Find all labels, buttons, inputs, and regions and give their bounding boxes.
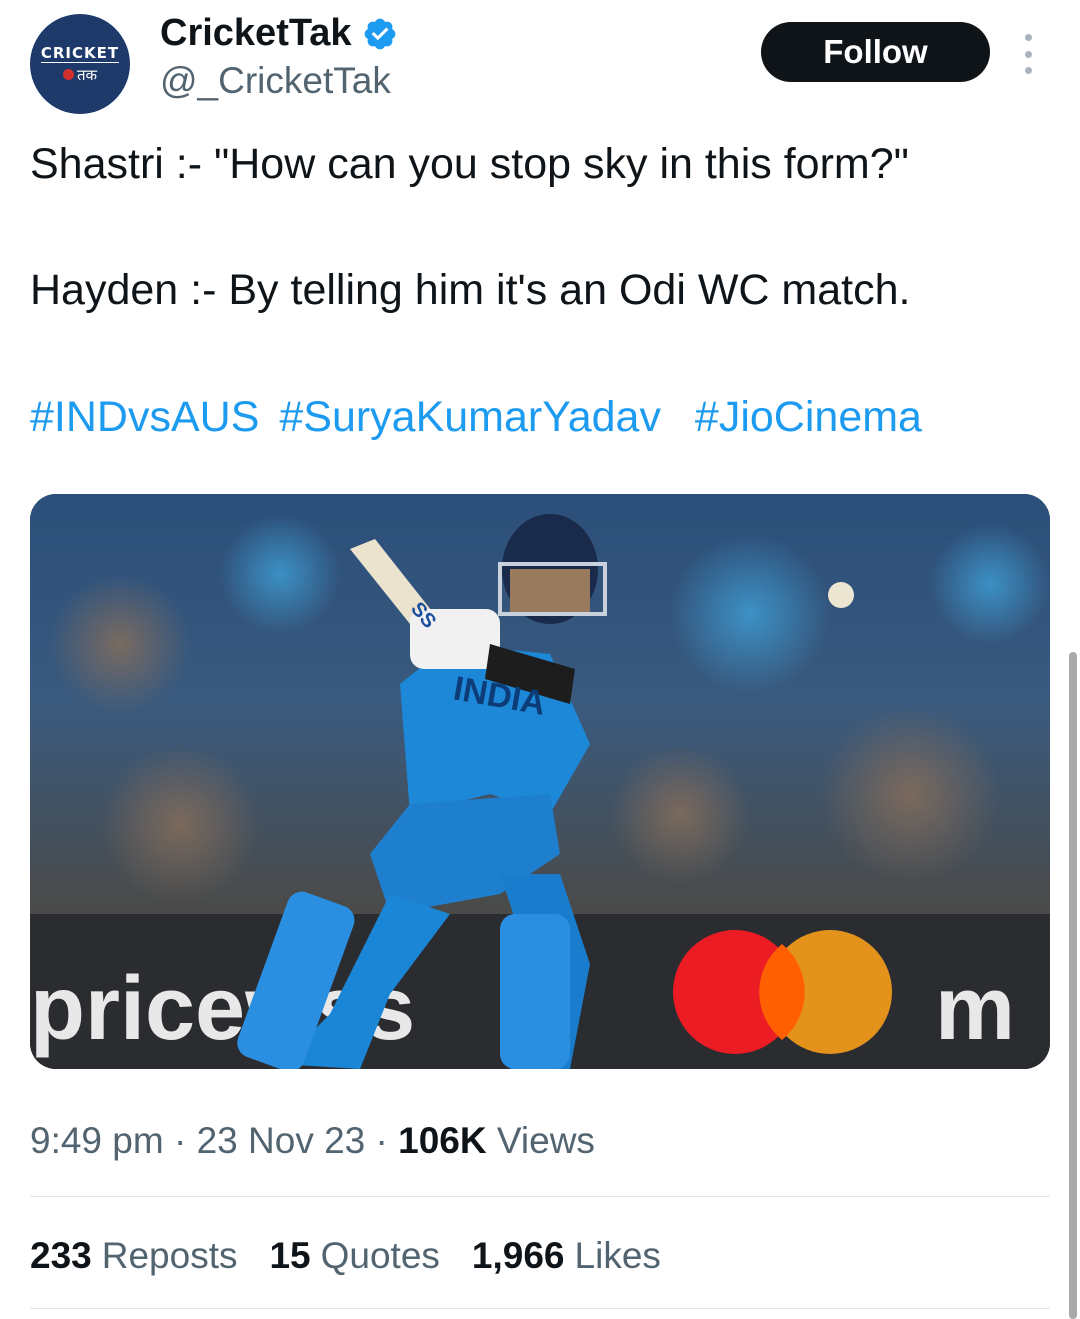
quotes-stat[interactable]: 15 Quotes (269, 1235, 439, 1277)
avatar-line2: तक (62, 65, 98, 85)
account-name-row[interactable]: CricketTak (160, 12, 398, 55)
more-dot (1024, 34, 1032, 41)
scrollbar[interactable] (1069, 652, 1077, 1319)
quotes-count: 15 (269, 1235, 311, 1276)
divider (30, 1308, 1050, 1309)
reposts-count: 233 (30, 1235, 92, 1276)
tweet-text-line-2: Hayden :- By telling him it's an Odi WC … (30, 266, 911, 314)
quotes-label: Quotes (320, 1235, 440, 1276)
cricket-ball (828, 582, 854, 608)
verified-badge-icon (364, 18, 395, 49)
hashtag-indvsaus[interactable]: #INDvsAUS (30, 393, 259, 441)
follow-button[interactable]: Follow (761, 22, 990, 82)
more-dot (1024, 50, 1032, 58)
hashtag-jiocinema[interactable]: #JioCinema (695, 393, 922, 441)
avatar[interactable]: CRICKET तक (30, 14, 130, 114)
views-label: Views (496, 1120, 595, 1161)
tweet-meta: 9:49 pm · 23 Nov 23 · 106K Views (30, 1120, 595, 1162)
post-date[interactable]: 23 Nov 23 (197, 1120, 366, 1161)
likes-count: 1,966 (471, 1235, 565, 1276)
hashtag-suryakumaryadav[interactable]: #SuryaKumarYadav (279, 393, 661, 441)
engagement-stats: 233 Reposts 15 Quotes 1,966 Likes (30, 1235, 661, 1277)
divider (30, 1196, 1050, 1197)
hoarding-right-text: m (935, 959, 1015, 1059)
cricket-photo-illustration: pricewss m INDIA SS (30, 494, 1050, 1069)
tweet-text-line-1: Shastri :- "How can you stop sky in this… (30, 140, 909, 188)
display-name[interactable]: CricketTak (160, 12, 352, 55)
reposts-label: Reposts (101, 1235, 238, 1276)
separator: · (163, 1120, 197, 1161)
views-count: 106K (398, 1120, 487, 1161)
avatar-line1: CRICKET (40, 43, 120, 63)
hashtags: #INDvsAUS #SuryaKumarYadav #JioCinema (30, 393, 930, 442)
reposts-stat[interactable]: 233 Reposts (30, 1235, 237, 1277)
post-time[interactable]: 9:49 pm (30, 1120, 164, 1161)
more-dot (1024, 67, 1032, 74)
tweet-photo[interactable]: pricewss m INDIA SS (30, 494, 1050, 1069)
separator: · (365, 1120, 399, 1161)
likes-label: Likes (574, 1235, 661, 1276)
handle[interactable]: @_CricketTak (160, 60, 391, 102)
more-options-icon[interactable] (1014, 34, 1042, 74)
avatar-line2-text: तक (76, 66, 98, 84)
likes-stat[interactable]: 1,966 Likes (472, 1235, 661, 1277)
cricket-ball-icon (62, 69, 74, 80)
